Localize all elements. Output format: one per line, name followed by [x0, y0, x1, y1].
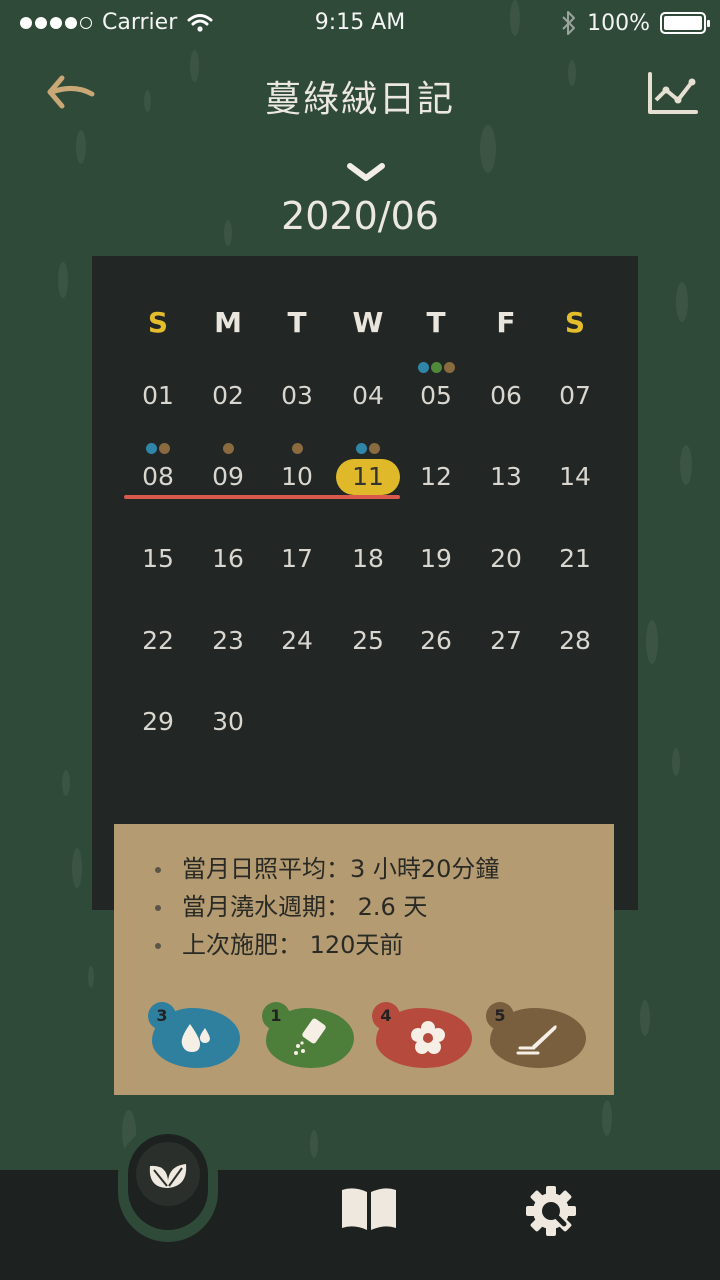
weekday-5: F	[496, 306, 516, 339]
calendar-day-01[interactable]: 01	[126, 376, 190, 416]
weekday-0: S	[147, 306, 169, 339]
fertilizer-icon	[294, 1018, 326, 1055]
calendar-day-28[interactable]: 28	[543, 621, 607, 661]
activity-marker-dot	[159, 443, 170, 454]
calendar-day-29[interactable]: 29	[126, 702, 190, 742]
calendar-day-12[interactable]: 12	[404, 457, 468, 497]
calendar-day-16[interactable]: 16	[196, 539, 260, 579]
weekday-6: S	[564, 306, 586, 339]
calendar: S M T W T F S 01 02 03 04 05 06 07 08 09 10 11 12 13 14 15 16…	[92, 256, 638, 910]
settings-gear-icon	[526, 1186, 576, 1236]
tab-settings[interactable]	[524, 1184, 578, 1238]
activity-marker-dot	[291, 443, 303, 454]
book-icon	[342, 1188, 396, 1230]
calendar-day-24[interactable]: 24	[265, 621, 329, 661]
calendar-day-13[interactable]: 13	[474, 457, 538, 497]
calendar-day-06[interactable]: 06	[474, 376, 538, 416]
pen-note-icon	[516, 1025, 557, 1055]
tab-plants[interactable]	[128, 1134, 208, 1230]
calendar-day-22[interactable]: 22	[126, 621, 190, 661]
weekday-4: T	[426, 306, 446, 339]
activity-marker-dot	[146, 443, 157, 454]
flower-count: 4	[372, 1002, 400, 1030]
activity-marker-dot	[417, 362, 429, 373]
tab-journal[interactable]	[338, 1186, 400, 1232]
current-month: 2020/06	[281, 194, 439, 238]
leaf-icon	[149, 1164, 187, 1188]
weekday-header: SMTWTFS	[92, 306, 638, 346]
calendar-day-03[interactable]: 03	[265, 376, 329, 416]
water-drop-icon	[181, 1024, 210, 1052]
note-badge[interactable]: 5	[486, 1002, 586, 1072]
activity-marker-dot	[430, 362, 442, 373]
calendar-day-02[interactable]: 02	[196, 376, 260, 416]
calendar-day-20[interactable]: 20	[474, 539, 538, 579]
calendar-day-08[interactable]: 08	[126, 457, 190, 497]
month-picker-toggle[interactable]	[340, 156, 392, 188]
calendar-day-11[interactable]: 11	[336, 459, 400, 495]
weekday-2: T	[287, 306, 307, 339]
flower-icon	[411, 1021, 445, 1054]
activity-markers-05	[417, 362, 455, 374]
activity-markers-08	[146, 443, 170, 455]
activity-marker-dot	[222, 443, 234, 454]
fertilizer-count: 1	[262, 1002, 290, 1030]
page-title: 蔓綠絨日記	[264, 79, 455, 120]
calendar-day-18[interactable]: 18	[336, 539, 400, 579]
calendar-day-14[interactable]: 14	[543, 457, 607, 497]
fertilizer-badge[interactable]: 1	[262, 1002, 356, 1072]
stat-fertilizing: 上次施肥： 120天前	[150, 926, 499, 964]
calendar-day-27[interactable]: 27	[474, 621, 538, 661]
monthly-stats: 當月日照平均：3 小時20分鐘 當月澆水週期： 2.6 天 上次施肥： 120天…	[150, 850, 499, 964]
calendar-day-04[interactable]: 04	[336, 376, 400, 416]
calendar-day-25[interactable]: 25	[336, 621, 400, 661]
activity-markers-10	[291, 443, 303, 455]
week-underline	[124, 495, 400, 499]
calendar-day-30[interactable]: 30	[196, 702, 260, 742]
calendar-day-26[interactable]: 26	[404, 621, 468, 661]
status-bar: Carrier 9:15 AM 100%	[0, 0, 720, 50]
weekday-3: W	[352, 306, 384, 339]
activity-marker-dot	[356, 443, 367, 454]
battery-percent: 100%	[587, 10, 650, 36]
activity-marker-dot	[369, 443, 380, 454]
flower-badge[interactable]: 4	[372, 1002, 472, 1072]
note-count: 5	[486, 1002, 514, 1030]
calendar-day-19[interactable]: 19	[404, 539, 468, 579]
calendar-day-15[interactable]: 15	[126, 539, 190, 579]
chevron-down-icon	[347, 163, 385, 181]
activity-markers-11	[356, 443, 380, 455]
line-chart-icon	[648, 72, 698, 114]
calendar-day-23[interactable]: 23	[196, 621, 260, 661]
calendar-day-21[interactable]: 21	[543, 539, 607, 579]
calendar-day-05[interactable]: 05	[404, 376, 468, 416]
bluetooth-icon	[562, 11, 576, 35]
activity-markers-09	[222, 443, 234, 455]
calendar-day-17[interactable]: 17	[265, 539, 329, 579]
chart-button[interactable]	[646, 70, 700, 118]
water-badge[interactable]: 3	[148, 1002, 242, 1072]
battery-icon	[660, 12, 710, 34]
weekday-1: M	[214, 306, 242, 339]
activity-marker-dot	[443, 362, 455, 373]
stat-watering: 當月澆水週期： 2.6 天	[150, 888, 499, 926]
calendar-day-10[interactable]: 10	[265, 457, 329, 497]
stat-sunlight: 當月日照平均：3 小時20分鐘	[150, 850, 499, 888]
calendar-day-09[interactable]: 09	[196, 457, 260, 497]
water-count: 3	[148, 1002, 176, 1030]
calendar-day-07[interactable]: 07	[543, 376, 607, 416]
